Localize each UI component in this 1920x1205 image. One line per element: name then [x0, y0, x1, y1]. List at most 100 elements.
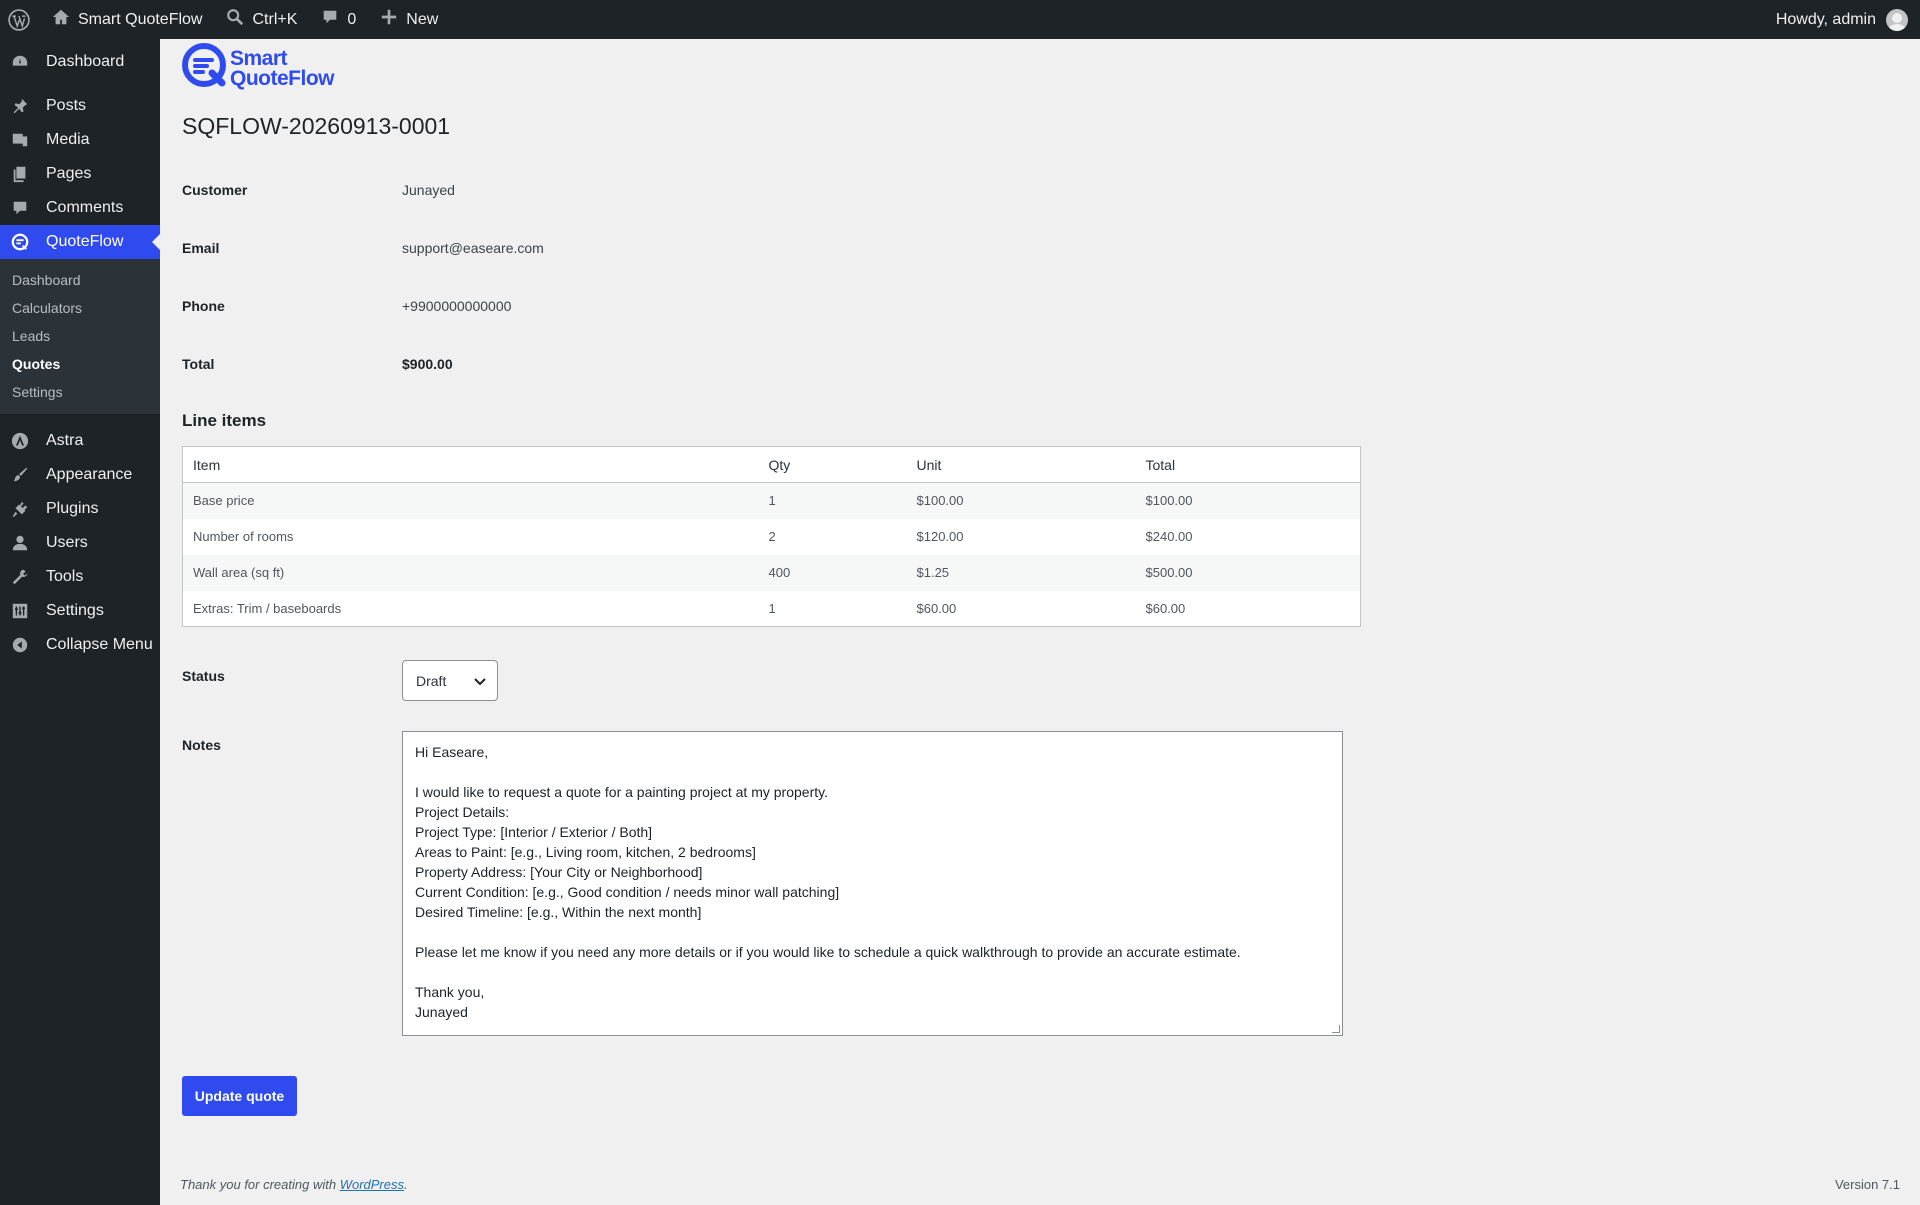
- table-row: Wall area (sq ft) 400 $1.25 $500.00: [182, 554, 1361, 591]
- cell-qty: 1: [768, 600, 776, 616]
- sidebar-item-label: Dashboard: [46, 53, 125, 70]
- sidebar-item-label: Settings: [46, 602, 104, 619]
- notes-label: Notes: [182, 737, 221, 753]
- plugin-icon: [10, 499, 30, 519]
- cell-total: $60.00: [1145, 600, 1186, 616]
- status-select[interactable]: Draft: [402, 660, 498, 701]
- email-value: support@easeare.com: [402, 240, 544, 256]
- notes-row: Notes: [182, 737, 402, 753]
- quoteflow-logo: Smart QuoteFlow: [182, 43, 335, 94]
- sidebar-item-astra[interactable]: Astra: [0, 424, 160, 458]
- submenu-dashboard[interactable]: Dashboard: [0, 266, 160, 294]
- update-quote-button[interactable]: Update quote: [182, 1076, 297, 1116]
- new-content-link[interactable]: New: [368, 0, 450, 39]
- footer-credit: Thank you for creating with WordPress.: [180, 1177, 408, 1192]
- sidebar-item-label: Media: [46, 131, 90, 148]
- collapse-icon: [10, 635, 30, 655]
- phone-value: +9900000000000: [402, 298, 512, 314]
- sidebar-item-pages[interactable]: Pages: [0, 157, 160, 191]
- sidebar-item-users[interactable]: Users: [0, 526, 160, 560]
- sidebar-item-label: Posts: [46, 97, 87, 114]
- submenu-leads[interactable]: Leads: [0, 322, 160, 350]
- command-search[interactable]: Ctrl+K: [214, 0, 309, 39]
- status-selected-value: Draft: [416, 672, 447, 689]
- comments-count: 0: [347, 10, 357, 28]
- settings-icon: [10, 601, 30, 621]
- account-menu[interactable]: Howdy, admin: [1764, 0, 1920, 39]
- media-icon: [10, 130, 30, 150]
- pages-icon: [10, 164, 30, 184]
- pin-icon: [10, 96, 30, 116]
- cell-total: $100.00: [1135, 482, 1361, 519]
- cell-total: $500.00: [1135, 554, 1361, 591]
- status-label: Status: [182, 668, 225, 684]
- notes-text: Hi Easeare, I would like to request a qu…: [415, 744, 1241, 1020]
- cell-unit: $60.00: [916, 600, 957, 616]
- submenu-settings[interactable]: Settings: [0, 378, 160, 406]
- logo-line-2: QuoteFlow: [230, 66, 335, 90]
- submenu-calculators[interactable]: Calculators: [0, 294, 160, 322]
- logo-wordmark: Smart QuoteFlow: [230, 46, 335, 90]
- search-shortcut: Ctrl+K: [252, 10, 298, 28]
- quoteflow-icon: [10, 232, 30, 252]
- sidebar-item-collapse[interactable]: Collapse Menu: [0, 628, 160, 662]
- sidebar-item-plugins[interactable]: Plugins: [0, 492, 160, 526]
- comment-icon: [321, 8, 339, 31]
- cell-qty: 1: [758, 482, 907, 519]
- footer-version: Version 7.1: [1834, 1177, 1900, 1192]
- search-icon: [226, 8, 244, 31]
- quoteflow-logo-icon: [182, 43, 228, 94]
- footer-thanks-suffix: .: [404, 1177, 408, 1192]
- cell-unit: $1.25: [906, 554, 1136, 591]
- sidebar-item-label: Comments: [46, 199, 124, 216]
- total-value: $900.00: [402, 356, 453, 372]
- sidebar-item-dashboard[interactable]: Dashboard: [0, 45, 160, 79]
- cell-item: Number of rooms: [193, 529, 294, 544]
- customer-value: Junayed: [402, 182, 455, 198]
- sidebar-item-quoteflow[interactable]: QuoteFlow: [0, 225, 160, 259]
- customer-row: Customer Junayed: [182, 182, 455, 198]
- dashboard-icon: [10, 52, 30, 72]
- sidebar-item-label: Tools: [46, 568, 84, 585]
- column-header-total: Total: [1135, 446, 1361, 483]
- sidebar-item-appearance[interactable]: Appearance: [0, 458, 160, 492]
- new-label: New: [406, 10, 439, 28]
- cell-item: Wall area (sq ft): [182, 554, 759, 591]
- cell-qty: 400: [758, 554, 907, 591]
- cell-item: Extras: Trim / baseboards: [193, 600, 342, 616]
- site-name-link[interactable]: Smart QuoteFlow: [40, 0, 214, 39]
- wordpress-link[interactable]: WordPress: [340, 1177, 404, 1192]
- quoteflow-submenu: Dashboard Calculators Leads Quotes Setti…: [0, 259, 160, 414]
- sidebar-item-tools[interactable]: Tools: [0, 560, 160, 594]
- email-label: Email: [182, 240, 220, 256]
- sidebar-item-label: Users: [46, 534, 88, 551]
- resize-handle-icon[interactable]: [1332, 1025, 1340, 1033]
- brush-icon: [10, 465, 30, 485]
- table-row: Extras: Trim / baseboards 1 $60.00 $60.0…: [183, 591, 1361, 627]
- sidebar-item-settings[interactable]: Settings: [0, 594, 160, 628]
- logo-line-1: Smart: [230, 46, 288, 70]
- comment-icon: [10, 198, 30, 218]
- status-row: Status: [182, 668, 402, 684]
- sidebar-item-media[interactable]: Media: [0, 123, 160, 157]
- howdy-text: Howdy, admin: [1775, 10, 1876, 28]
- comments-link[interactable]: 0: [309, 0, 368, 39]
- notes-textarea[interactable]: Hi Easeare, I would like to request a qu…: [402, 731, 1343, 1036]
- column-header-unit: Unit: [906, 446, 1136, 483]
- submenu-quotes[interactable]: Quotes: [0, 350, 160, 378]
- sidebar-item-label: Astra: [46, 432, 84, 449]
- sidebar-item-label: Collapse Menu: [46, 636, 153, 653]
- sidebar-item-posts[interactable]: Posts: [0, 89, 160, 123]
- wordpress-logo-icon[interactable]: [0, 0, 40, 39]
- column-header-qty: Qty: [758, 446, 907, 483]
- page-title: SQFLOW-20260913-0001: [182, 113, 451, 139]
- line-items-heading: Line items: [182, 411, 267, 430]
- sidebar-item-label: Plugins: [46, 500, 99, 517]
- cell-item: Base price: [182, 482, 759, 519]
- email-row: Email support@easeare.com: [182, 240, 544, 256]
- cell-qty: 2: [768, 529, 776, 544]
- table-row: Base price 1 $100.00 $100.00: [182, 482, 1361, 519]
- sidebar-item-comments[interactable]: Comments: [0, 191, 160, 225]
- avatar: [1886, 8, 1908, 31]
- cell-total: $240.00: [1145, 529, 1193, 544]
